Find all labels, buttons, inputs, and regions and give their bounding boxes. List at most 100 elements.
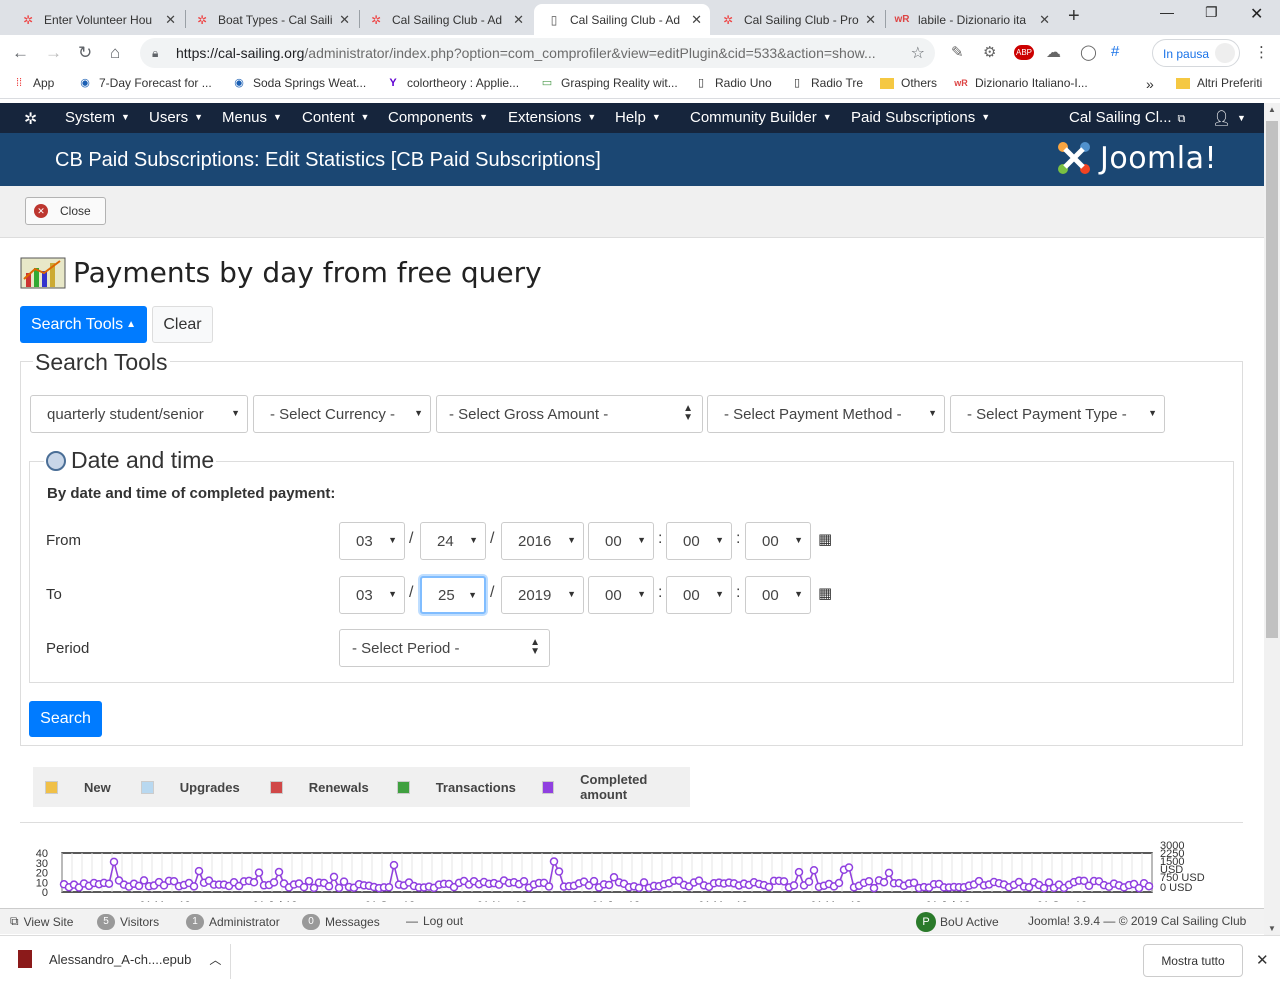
from-year-select[interactable]: 2016 ▼ [501,522,584,560]
close-icon[interactable]: ✕ [165,12,176,28]
eyedropper-icon[interactable]: ✎ [951,43,964,61]
browser-tab[interactable]: wR labile - Dizionario ita ✕ [886,4,1058,35]
site-link[interactable]: Cal Sailing Cl... ⧉ [1069,109,1185,126]
bou-status[interactable]: P BoU Active [916,912,999,932]
search-tools-button[interactable]: Search Tools ▲ [20,306,147,343]
to-second-select[interactable]: 00 ▼ [745,576,811,614]
to-day-select[interactable]: 25 ▼ [420,576,486,614]
scrollbar-thumb[interactable] [1266,121,1278,638]
bookmark-item[interactable]: ▯ Radio Uno [694,76,772,90]
close-icon[interactable]: ✕ [1256,951,1269,969]
currency-select[interactable]: - Select Currency - ▼ [253,395,431,433]
grid-icon[interactable]: # [1111,43,1119,60]
circle-icon[interactable]: ◯ [1080,43,1097,61]
close-icon[interactable]: ✕ [691,12,702,28]
extension-icon[interactable]: ⚙ [983,43,996,61]
from-minute-select[interactable]: 00 ▼ [666,522,732,560]
x-tick-label: 01 Jul 12 [253,900,298,902]
bookmarks-more[interactable]: » [1146,76,1154,92]
cloud-icon[interactable]: ☁ [1046,43,1061,61]
menu-paid-subscriptions[interactable]: Paid Subscriptions ▼ [851,109,990,126]
page-scrollbar[interactable]: ▲ ▼ [1264,103,1280,935]
legend-item-renewals[interactable]: Renewals [269,780,369,795]
calendar-icon[interactable]: ▦ [818,530,832,548]
bookmark-item[interactable]: Ycolortheory : Applie... [386,76,519,90]
from-day-select[interactable]: 24 ▼ [420,522,486,560]
back-icon[interactable]: ← [12,43,29,63]
to-month-select[interactable]: 03 ▼ [339,576,405,614]
from-hour-select[interactable]: 00 ▼ [588,522,654,560]
address-bar[interactable]: 🔒︎ https://cal-sailing.org/administrator… [140,38,935,68]
messages-link[interactable]: 0 Messages [302,914,380,930]
other-bookmarks[interactable]: Altri Preferiti [1176,76,1262,90]
bookmark-item[interactable]: ▭ Grasping Reality wit... [540,76,678,90]
close-button[interactable]: ✕ Close [25,197,106,225]
profile-button[interactable]: In pausa [1152,39,1240,67]
user-menu[interactable]: 👤︎ ▼ [1212,109,1246,127]
legend-item-completed-amount[interactable]: Completed amount [541,772,690,802]
home-icon[interactable]: ⌂ [110,43,120,63]
menu-help[interactable]: Help ▼ [615,109,661,126]
browser-tab[interactable]: ✲ Enter Volunteer Hou ✕ [12,4,184,35]
legend-item-upgrades[interactable]: Upgrades [140,780,240,795]
browser-tab[interactable]: ✲ Cal Sailing Club - Pro ✕ [712,4,884,35]
scroll-down-icon[interactable]: ▼ [1268,924,1276,933]
payment-method-select[interactable]: - Select Payment Method - ▼ [707,395,945,433]
chevron-up-icon[interactable]: ︿ [209,951,221,968]
close-icon[interactable]: ✕ [865,12,876,28]
menu-content[interactable]: Content ▼ [302,109,369,126]
close-icon[interactable]: ✕ [339,12,350,28]
reload-icon[interactable]: ↻ [78,43,92,63]
adblock-icon[interactable]: ABP [1014,45,1035,60]
legend-item-transactions[interactable]: Transactions [396,780,516,795]
menu-extensions[interactable]: Extensions ▼ [508,109,596,126]
close-window-icon[interactable]: ✕ [1250,4,1263,24]
browser-tab[interactable]: ✲ Cal Sailing Club - Ad ✕ [360,4,532,35]
search-button[interactable]: Search [29,701,102,737]
browser-tab[interactable]: ✲ Boat Types - Cal Saili ✕ [186,4,358,35]
payment-type-select[interactable]: - Select Payment Type - ▼ [950,395,1165,433]
close-icon[interactable]: ✕ [513,12,524,28]
bookmark-item[interactable]: ⁞⁞ App [12,76,54,90]
joomla-icon[interactable]: ✲ [24,109,37,129]
view-site-link[interactable]: ⧉ View Site [10,914,73,929]
legend-item-new[interactable]: New [45,780,111,795]
gross-amount-select[interactable]: - Select Gross Amount - ▲ ▼ [436,395,703,433]
browser-tab-active[interactable]: ▯ Cal Sailing Club - Ad ✕ [534,4,710,35]
menu-users[interactable]: Users ▼ [149,109,203,126]
scroll-up-icon[interactable]: ▲ [1268,105,1276,114]
from-second-select[interactable]: 00 ▼ [745,522,811,560]
bookmark-item[interactable]: ◉ 7-Day Forecast for ... [78,76,212,90]
new-tab-button[interactable]: + [1068,5,1080,28]
minimize-icon[interactable]: — [1160,4,1174,20]
show-all-button[interactable]: Mostra tutto [1143,944,1243,977]
download-item[interactable]: Alessandro_A-ch....epub ︿ [18,950,221,968]
bookmark-star-icon[interactable]: ☆ [911,43,925,63]
menu-icon[interactable]: ⋮ [1254,43,1269,61]
maximize-icon[interactable]: ❐ [1205,4,1218,21]
menu-community-builder[interactable]: Community Builder ▼ [690,109,832,126]
to-hour-select[interactable]: 00 ▼ [588,576,654,614]
external-link-icon: ⧉ [1177,113,1186,125]
clear-button[interactable]: Clear [152,306,213,343]
period-select[interactable]: - Select Period - ▲ ▼ [339,629,550,667]
calendar-icon[interactable]: ▦ [818,584,832,602]
bookmark-item[interactable]: ▯ Radio Tre [790,76,863,90]
joomla-logo: Joomla! [1056,140,1217,176]
wr-icon: wR [894,13,910,25]
menu-components[interactable]: Components ▼ [388,109,488,126]
bookmark-item[interactable]: wR Dizionario Italiano-I... [954,76,1087,90]
to-minute-select[interactable]: 00 ▼ [666,576,732,614]
plan-select[interactable]: quarterly student/senior ▼ [30,395,248,433]
menu-menus[interactable]: Menus ▼ [222,109,282,126]
menu-system[interactable]: System ▼ [65,109,130,126]
bookmark-item[interactable]: ◉ Soda Springs Weat... [232,76,366,90]
logout-link[interactable]: — Log out [406,914,463,928]
close-icon[interactable]: ✕ [1039,12,1050,28]
from-month-select[interactable]: 03 ▼ [339,522,405,560]
visitors-link[interactable]: 5 Visitors [97,914,159,930]
bookmark-folder[interactable]: Others [880,76,937,90]
administrator-link[interactable]: 1 Administrator [186,914,280,930]
forward-icon[interactable]: → [45,43,62,63]
to-year-select[interactable]: 2019 ▼ [501,576,584,614]
